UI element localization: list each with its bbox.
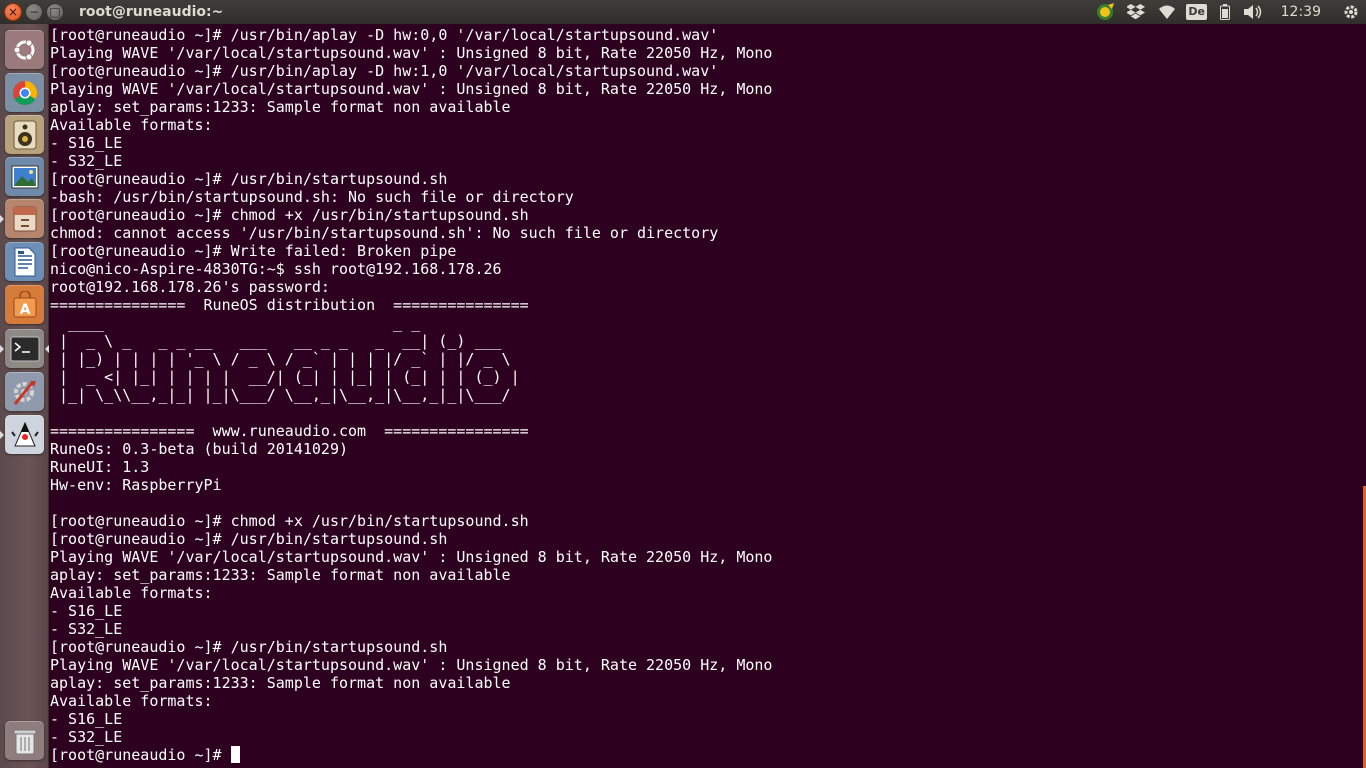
terminal-line: - S16_LE (50, 710, 123, 728)
terminal-line: [root@runeaudio ~]# /usr/bin/aplay -D hw… (50, 62, 719, 80)
window-controls: × − □ (4, 3, 70, 21)
focused-indicator (45, 345, 49, 353)
terminal-line: aplay: set_params:1233: Sample format no… (50, 674, 511, 692)
terminal-line: | _ <| |_| | | | | __/| (_| | |_| | (_| … (50, 368, 520, 386)
terminal-output: [root@runeaudio ~]# /usr/bin/aplay -D hw… (50, 26, 772, 764)
ubuntu-dash-button[interactable] (5, 30, 44, 69)
battery-icon[interactable] (1211, 0, 1239, 24)
file-cabinet-icon (13, 206, 36, 231)
terminal-line: | _ \ _ _ _ __ ___ __ _ _ _ __| (_) ___ (50, 332, 502, 350)
terminal-line: chmod: cannot access '/usr/bin/startupso… (50, 224, 719, 242)
terminal-window[interactable]: [root@runeaudio ~]# /usr/bin/aplay -D hw… (50, 24, 1366, 768)
terminal-line: - S32_LE (50, 728, 123, 746)
rhythmbox-button[interactable] (5, 115, 44, 154)
terminal-line: aplay: set_params:1233: Sample format no… (50, 566, 511, 584)
keyboard-layout-indicator[interactable]: De (1183, 0, 1211, 24)
keyboard-layout-label: De (1186, 4, 1207, 20)
minimize-window-button[interactable]: − (25, 3, 43, 21)
minimize-icon: − (28, 5, 40, 19)
terminal-line: RuneUI: 1.3 (50, 458, 150, 476)
terminal-line: RuneOs: 0.3-beta (build 20141029) (50, 440, 349, 458)
chrome-browser-button[interactable] (5, 73, 44, 112)
terminal-line: |_| \_\\__,_|_| |_|\___/ \__,_|\__,_|\__… (50, 386, 511, 404)
terminal-line: Available formats: (50, 584, 213, 602)
terminal-line: Available formats: (50, 692, 213, 710)
terminal-line: Playing WAVE '/var/local/startupsound.wa… (50, 80, 773, 98)
running-indicator (0, 431, 4, 439)
running-indicator (0, 345, 4, 353)
terminal-button[interactable] (5, 329, 44, 368)
terminal-line: Hw-env: RaspberryPi (50, 476, 222, 494)
image-viewer-icon (11, 165, 38, 188)
running-indicator (0, 215, 4, 223)
ubuntu-logo-icon (13, 39, 34, 60)
terminal-line: [root@runeaudio ~]# chmod +x /usr/bin/st… (50, 512, 529, 530)
terminal-line: - S32_LE (50, 152, 123, 170)
top-panel: × − □ root@runeaudio:~ De 12:39 (0, 0, 1366, 24)
terminal-line: [root@runeaudio ~]# /usr/bin/aplay -D hw… (50, 26, 719, 44)
close-window-button[interactable]: × (4, 3, 22, 21)
trash-icon (13, 729, 36, 754)
terminal-line: - S16_LE (50, 602, 123, 620)
wifi-icon[interactable] (1151, 0, 1183, 24)
terminal-line: Available formats: (50, 116, 213, 134)
terminal-line: - S32_LE (50, 620, 123, 638)
window-title: root@runeaudio:~ (79, 4, 224, 20)
shopping-bag-icon: A (13, 290, 36, 318)
terminal-line: [root@runeaudio ~]# /usr/bin/startupsoun… (50, 638, 448, 656)
java-app-button[interactable] (5, 415, 44, 454)
terminal-prompt: [root@runeaudio ~]# (50, 746, 231, 764)
terminal-line: [root@runeaudio ~]# Write failed: Broken… (50, 242, 457, 260)
terminal-line: nico@nico-Aspire-4830TG:~$ ssh root@192.… (50, 260, 502, 278)
settings-tools-icon (13, 380, 36, 405)
terminal-line: Playing WAVE '/var/local/startupsound.wa… (50, 44, 773, 62)
chrome-icon (12, 80, 37, 105)
maximize-icon: □ (49, 5, 61, 19)
terminal-cursor (230, 746, 240, 763)
terminal-line: Playing WAVE '/var/local/startupsound.wa… (50, 656, 773, 674)
terminal-line: ____ _ _ (50, 314, 421, 332)
terminal-line: | |_) | | | | '_ \ / _ \ / _` | | | |/ _… (50, 350, 511, 368)
terminal-line: [root@runeaudio ~]# /usr/bin/startupsoun… (50, 170, 448, 188)
system-tray: De 12:39 (1091, 0, 1366, 24)
dropbox-icon[interactable] (1121, 0, 1151, 24)
terminal-line: aplay: set_params:1233: Sample format no… (50, 98, 511, 116)
close-icon: × (7, 5, 19, 19)
system-settings-button[interactable] (5, 372, 44, 411)
terminal-line: [root@runeaudio ~]# chmod +x /usr/bin/st… (50, 206, 529, 224)
clock[interactable]: 12:39 (1281, 4, 1321, 20)
volume-icon[interactable] (1239, 0, 1267, 24)
libreoffice-writer-button[interactable] (5, 242, 44, 281)
maximize-window-button[interactable]: □ (46, 3, 64, 21)
terminal-prompt-line[interactable]: [root@runeaudio ~]# (50, 746, 772, 764)
terminal-icon (10, 336, 39, 361)
image-viewer-button[interactable] (5, 157, 44, 196)
launcher: A (0, 24, 49, 768)
terminal-line: [root@runeaudio ~]# /usr/bin/startupsoun… (50, 530, 448, 548)
svg-text:A: A (19, 302, 30, 318)
terminal-line: Playing WAVE '/var/local/startupsound.wa… (50, 548, 773, 566)
file-manager-button[interactable] (5, 199, 44, 238)
gear-icon[interactable] (1336, 0, 1366, 24)
java-update-icon[interactable] (1091, 0, 1121, 24)
software-center-button[interactable]: A (5, 285, 44, 324)
java-duke-icon (10, 421, 39, 446)
terminal-line: - S16_LE (50, 134, 123, 152)
trash-button[interactable] (5, 721, 44, 760)
terminal-line: -bash: /usr/bin/startupsound.sh: No such… (50, 188, 574, 206)
terminal-line: =============== RuneOS distribution ====… (50, 296, 529, 314)
document-icon (14, 247, 35, 276)
speaker-icon (13, 120, 36, 149)
terminal-line: ================ www.runeaudio.com =====… (50, 422, 529, 440)
terminal-line: root@192.168.178.26's password: (50, 278, 330, 296)
